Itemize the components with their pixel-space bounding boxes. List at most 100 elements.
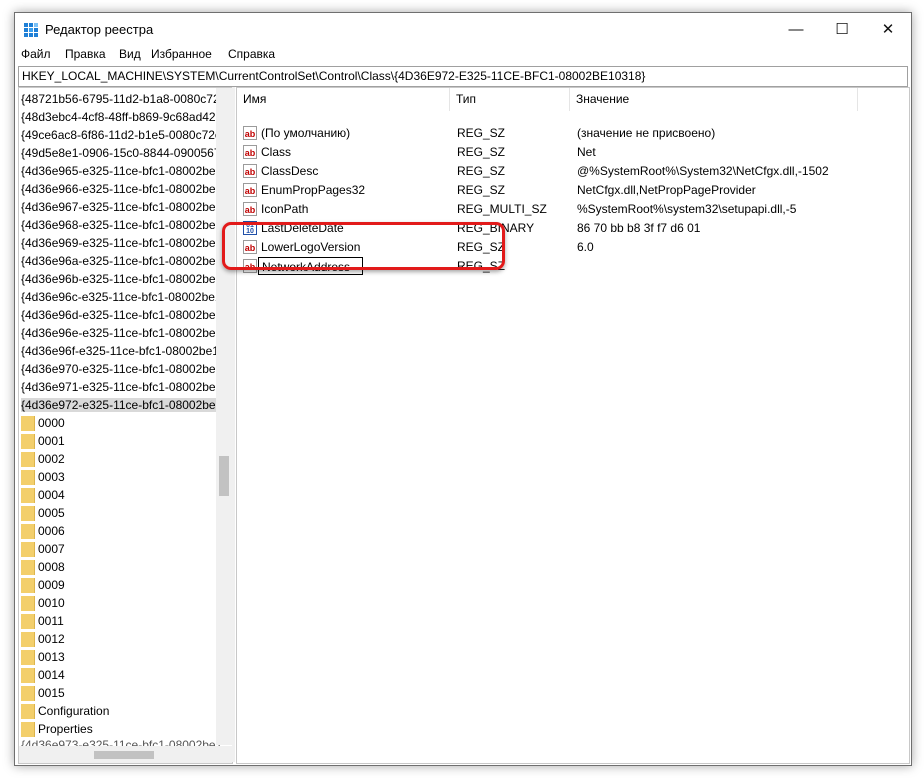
title-bar[interactable]: Редактор реестра — ☐ ✕ — [15, 13, 911, 47]
tree-item-key[interactable]: {49d5e8e1-0906-15c0-8844-09005679 — [21, 144, 227, 162]
tree-item-key[interactable]: {4d36e965-e325-11ce-bfc1-08002be1 — [21, 162, 222, 180]
value-row[interactable]: ab EnumPropPages32 REG_SZ NetCfgx.dll,NetPr… — [237, 181, 909, 200]
tree-item-folder[interactable]: 0003 — [21, 468, 211, 486]
tree-item-key[interactable]: {48721b56-6795-11d2-b1a8-0080c72e — [21, 90, 226, 108]
folder-icon — [21, 470, 35, 485]
tree-item-label: {4d36e970-e325-11ce-bfc1-08002be1 — [21, 362, 223, 376]
tree-item-folder[interactable]: 0015 — [21, 684, 211, 702]
value-name: LowerLogoVersion — [261, 240, 361, 254]
value-type: REG_SZ — [457, 259, 506, 273]
value-row[interactable]: ab ClassDesc REG_SZ @%SystemRoot%\System32\… — [237, 162, 909, 181]
tree-item-folder[interactable]: 0004 — [21, 486, 211, 504]
menu-edit[interactable]: Правка — [65, 47, 106, 61]
tree-item-folder[interactable]: Configuration — [21, 702, 211, 720]
tree-item-key[interactable]: {48d3ebc4-4cf8-48ff-b869-9c68ad42e — [21, 108, 222, 126]
folder-icon — [21, 452, 35, 467]
tree-item-key[interactable]: {49ce6ac8-6f86-11d2-b1e5-0080c72e — [21, 126, 222, 144]
maximize-button[interactable]: ☐ — [819, 13, 865, 45]
value-row[interactable]: ab NetworkAddress REG_SZ — [237, 257, 909, 276]
tree-item-folder[interactable]: 0007 — [21, 540, 211, 558]
column-header-type[interactable]: Тип — [450, 88, 570, 111]
address-bar[interactable]: HKEY_LOCAL_MACHINE\SYSTEM\CurrentControl… — [18, 66, 908, 87]
value-name: EnumPropPages32 — [261, 183, 366, 197]
menu-favorites[interactable]: Избранное — [151, 47, 212, 61]
tree-item-key[interactable]: {4d36e966-e325-11ce-bfc1-08002be1 — [21, 180, 222, 198]
tree-item-key[interactable]: {4d36e967-e325-11ce-bfc1-08002be1 — [21, 198, 222, 216]
string-value-icon: ab — [243, 259, 257, 273]
tree-item-label: 0013 — [38, 650, 65, 664]
tree-item-folder[interactable]: 0008 — [21, 558, 211, 576]
column-header-name[interactable]: Имя — [237, 88, 450, 111]
value-name: LastDeleteDate — [261, 221, 344, 235]
tree-item-label: 0012 — [38, 632, 65, 646]
tree-item-key[interactable]: {4d36e96a-e325-11ce-bfc1-08002be1 — [21, 252, 222, 270]
tree-item-folder[interactable]: 0000 — [21, 414, 211, 432]
tree-item-key[interactable]: {4d36e96d-e325-11ce-bfc1-08002be1 — [21, 306, 222, 324]
tree-item-label: Configuration — [38, 704, 110, 718]
value-name: (По умолчанию) — [261, 126, 351, 140]
tree-item-label: 0007 — [38, 542, 65, 556]
folder-icon — [21, 542, 35, 557]
close-button[interactable]: ✕ — [865, 13, 911, 45]
tree-item-folder[interactable]: 0011 — [21, 612, 211, 630]
tree-item-folder[interactable]: 0009 — [21, 576, 211, 594]
tree-item-key[interactable]: {4d36e96f-e325-11ce-bfc1-08002be1( — [21, 342, 223, 360]
tree-item-folder[interactable]: 0014 — [21, 666, 211, 684]
tree-horizontal-scrollbar[interactable] — [19, 746, 232, 763]
column-header-value[interactable]: Значение — [570, 88, 858, 111]
value-data: NetCfgx.dll,NetPropPageProvider — [577, 183, 756, 197]
tree-item-key[interactable]: {4d36e96c-e325-11ce-bfc1-08002be1 — [21, 288, 222, 306]
tree-item-folder[interactable]: 0002 — [21, 450, 211, 468]
tree-item-label: 0015 — [38, 686, 65, 700]
menu-help[interactable]: Справка — [228, 47, 275, 61]
minimize-button[interactable]: — — [773, 13, 819, 45]
rename-value-input[interactable]: NetworkAddress — [258, 257, 363, 275]
tree-item-key[interactable]: {4d36e971-e325-11ce-bfc1-08002be1 — [21, 378, 222, 396]
tree-item-key[interactable]: {4d36e969-e325-11ce-bfc1-08002be1 — [21, 234, 222, 252]
tree-item-label: {4d36e972-e325-11ce-bfc1-08002be1 — [21, 398, 223, 412]
menu-bar: Файл Правка Вид Избранное Справка — [15, 46, 911, 65]
maximize-icon: ☐ — [835, 21, 849, 38]
tree-item-key[interactable]: {4d36e96e-e325-11ce-bfc1-08002be1 — [21, 324, 222, 342]
value-data: 6.0 — [577, 240, 594, 254]
string-value-icon: ab — [243, 240, 257, 254]
tree-item-folder[interactable]: 0010 — [21, 594, 211, 612]
tree-item-key[interactable]: {4d36e968-e325-11ce-bfc1-08002be1 — [21, 216, 222, 234]
value-data: (значение не присвоено) — [577, 126, 716, 140]
tree-item-label: {49d5e8e1-0906-15c0-8844-09005679 — [21, 146, 228, 160]
value-row[interactable]: ab Class REG_SZ Net — [237, 143, 909, 162]
tree-item-label: 0001 — [38, 434, 65, 448]
tree-item-label: 0006 — [38, 524, 65, 538]
tree-scroll-thumb[interactable] — [219, 456, 229, 496]
tree-item-key[interactable]: {4d36e970-e325-11ce-bfc1-08002be1 — [21, 360, 222, 378]
tree-item-label: {48d3ebc4-4cf8-48ff-b869-9c68ad42e — [21, 110, 223, 124]
tree-item-label: 0002 — [38, 452, 65, 466]
tree-item-label: {4d36e971-e325-11ce-bfc1-08002be1 — [21, 380, 223, 394]
tree-item-key[interactable]: {4d36e972-e325-11ce-bfc1-08002be1 — [21, 396, 223, 414]
value-row[interactable]: ab IconPath REG_MULTI_SZ %SystemRoot%\syste… — [237, 200, 909, 219]
tree-item-folder[interactable]: 0012 — [21, 630, 211, 648]
registry-editor-window: Редактор реестра — ☐ ✕ Файл Правка Вид И… — [14, 12, 912, 766]
tree-item-folder[interactable]: 0006 — [21, 522, 211, 540]
value-row[interactable]: ab LowerLogoVersion REG_SZ 6.0 — [237, 238, 909, 257]
menu-view[interactable]: Вид — [119, 47, 141, 61]
tree-item-label: {4d36e96e-e325-11ce-bfc1-08002be1 — [21, 326, 223, 340]
pane-splitter[interactable] — [232, 87, 235, 762]
tree-item-label: 0014 — [38, 668, 65, 682]
value-row[interactable]: ab (По умолчанию) REG_SZ (значение не присв… — [237, 124, 909, 143]
tree-item-folder[interactable]: 0005 — [21, 504, 211, 522]
value-data: %SystemRoot%\system32\setupapi.dll,-5 — [577, 202, 797, 216]
value-row[interactable]: 01 10 LastDeleteDate REG_BINARY 86 70 bb b8 … — [237, 219, 909, 238]
registry-editor-icon — [24, 23, 38, 37]
tree-item-label: {4d36e96c-e325-11ce-bfc1-08002be1 — [21, 290, 222, 304]
menu-file[interactable]: Файл — [21, 47, 51, 61]
values-list-pane[interactable]: Имя Тип Значение ab (По умолчанию) REG_SZ (… — [236, 87, 910, 764]
tree-hscroll-thumb[interactable] — [94, 751, 154, 759]
tree-item-folder[interactable]: 0013 — [21, 648, 211, 666]
tree-vertical-scrollbar[interactable] — [216, 88, 232, 745]
value-name: IconPath — [261, 202, 309, 216]
tree-item-label: {49ce6ac8-6f86-11d2-b1e5-0080c72e — [21, 128, 222, 142]
tree-item-key[interactable]: {4d36e96b-e325-11ce-bfc1-08002be1 — [21, 270, 222, 288]
key-tree-pane[interactable]: {48721b56-6795-11d2-b1a8-0080c72e {48d3eb… — [18, 87, 233, 764]
tree-item-folder[interactable]: 0001 — [21, 432, 211, 450]
